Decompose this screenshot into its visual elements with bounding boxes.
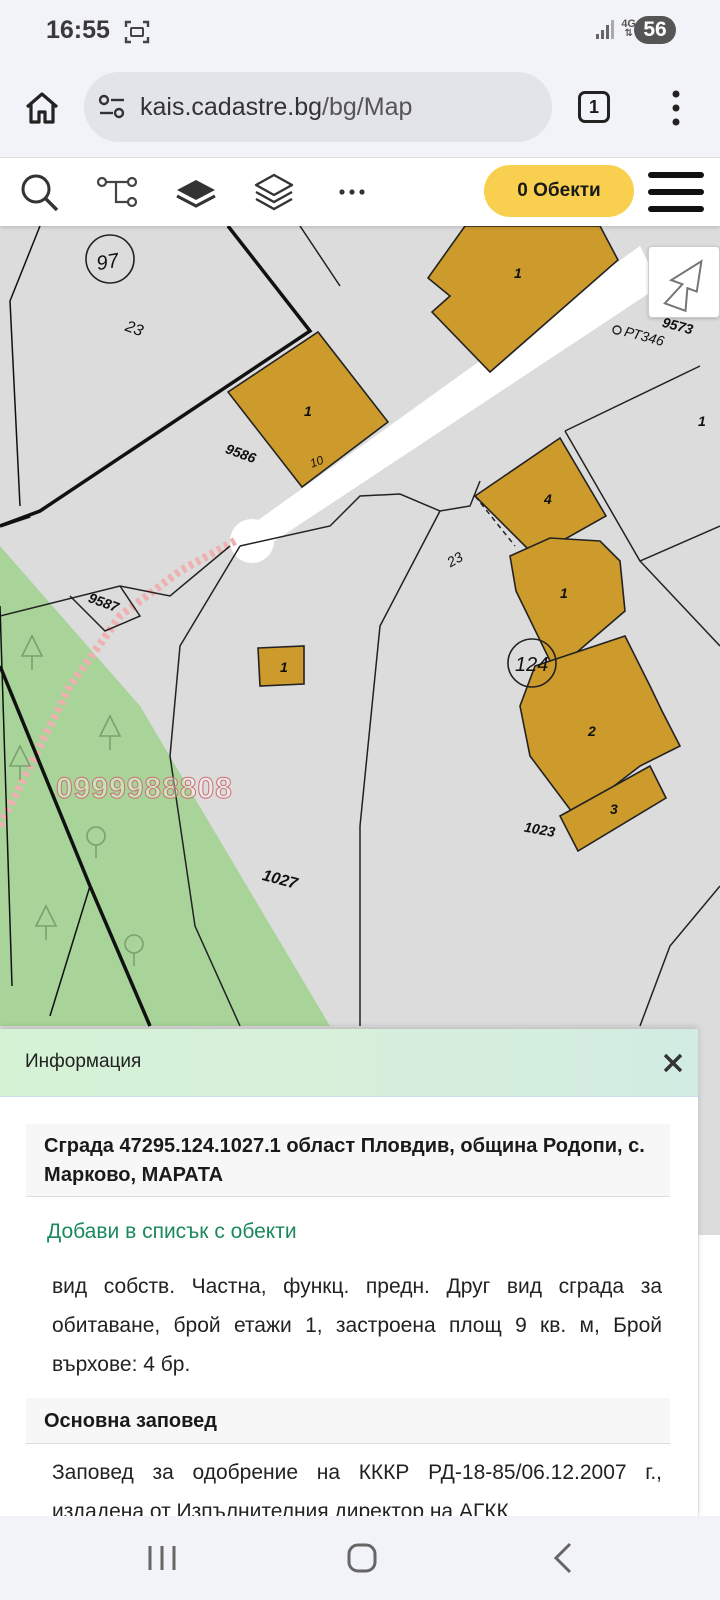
layer-icon[interactable] <box>174 172 218 212</box>
objects-button[interactable]: 0 Обекти <box>484 165 634 217</box>
label-1027: 1027 <box>260 867 300 893</box>
label-124: 124 <box>515 654 548 676</box>
phone-watermark: 0999988808 <box>56 772 233 806</box>
tab-switcher-button[interactable]: 1 <box>578 91 610 123</box>
status-time: 16:55 <box>46 16 110 44</box>
back-icon[interactable] <box>544 1538 584 1578</box>
order-header: Основна заповед <box>26 1398 670 1444</box>
home-icon[interactable] <box>24 90 60 126</box>
address-bar[interactable]: kais.cadastre.bg/bg/Map <box>84 72 552 142</box>
building-details: вид собств. Частна, функц. предн. Друг в… <box>52 1275 662 1376</box>
browser-bar: kais.cadastre.bg/bg/Map 1 <box>0 64 720 158</box>
url-text[interactable]: kais.cadastre.bg/bg/Map <box>140 93 412 122</box>
info-panel-header: Информация <box>0 1029 698 1097</box>
north-arrow-button[interactable] <box>648 246 720 318</box>
label-bldg-1-a: 1 <box>514 265 522 281</box>
label-pt346: РТ346 <box>623 323 666 349</box>
url-path: /bg/Map <box>322 93 413 121</box>
label-bldg-1-b: 1 <box>304 403 312 419</box>
info-panel: Информация Сграда 47295.124.1027.1 облас… <box>0 1029 698 1516</box>
search-icon[interactable] <box>18 172 62 212</box>
building-4 <box>473 436 608 557</box>
order-text: Заповед за одобрение на КККР РД-18-85/06… <box>52 1461 662 1516</box>
status-bar: 16:55 4G ⇅ 56 <box>0 0 720 64</box>
label-bldg-2: 2 <box>587 723 596 739</box>
add-to-list-link[interactable]: Добави в списък с обекти <box>47 1220 297 1244</box>
map-toolbar: 0 Обекти <box>0 158 720 226</box>
hamburger-menu-icon[interactable] <box>648 172 704 212</box>
label-bldg-3: 3 <box>610 801 618 817</box>
building-polygons[interactable] <box>226 226 682 853</box>
browser-menu-icon[interactable] <box>666 88 686 128</box>
label-bldg-1-c: 1 <box>560 585 568 601</box>
signal-icon <box>596 20 615 39</box>
route-icon[interactable] <box>96 172 140 212</box>
north-arrow-icon <box>663 259 703 313</box>
side-panel-edge <box>698 1235 720 1516</box>
close-icon[interactable] <box>660 1050 686 1076</box>
site-settings-icon[interactable] <box>98 94 126 120</box>
label-23-top: 23 <box>122 318 146 340</box>
label-9586: 9586 <box>224 440 259 466</box>
battery-indicator: 56 <box>634 16 676 44</box>
info-panel-title: Информация <box>25 1051 142 1072</box>
building-title: Сграда 47295.124.1027.1 област Пловдив, … <box>26 1124 670 1197</box>
label-bldg-1-e: 1 <box>698 413 706 429</box>
label-23-mid: 23 <box>443 548 466 570</box>
label-97: 97 <box>95 250 122 276</box>
label-bldg-4: 4 <box>543 491 552 507</box>
home-nav-icon[interactable] <box>342 1538 382 1578</box>
recent-apps-icon[interactable] <box>142 1538 182 1578</box>
label-1023: 1023 <box>523 819 557 840</box>
url-host: kais.cadastre.bg <box>140 93 323 121</box>
layers-stack-icon[interactable] <box>252 172 296 212</box>
label-9587: 9587 <box>86 589 122 615</box>
system-nav-bar <box>0 1516 720 1600</box>
label-bldg-1-d: 1 <box>280 659 288 675</box>
screenshot-icon <box>124 20 150 44</box>
more-icon[interactable] <box>330 172 374 212</box>
